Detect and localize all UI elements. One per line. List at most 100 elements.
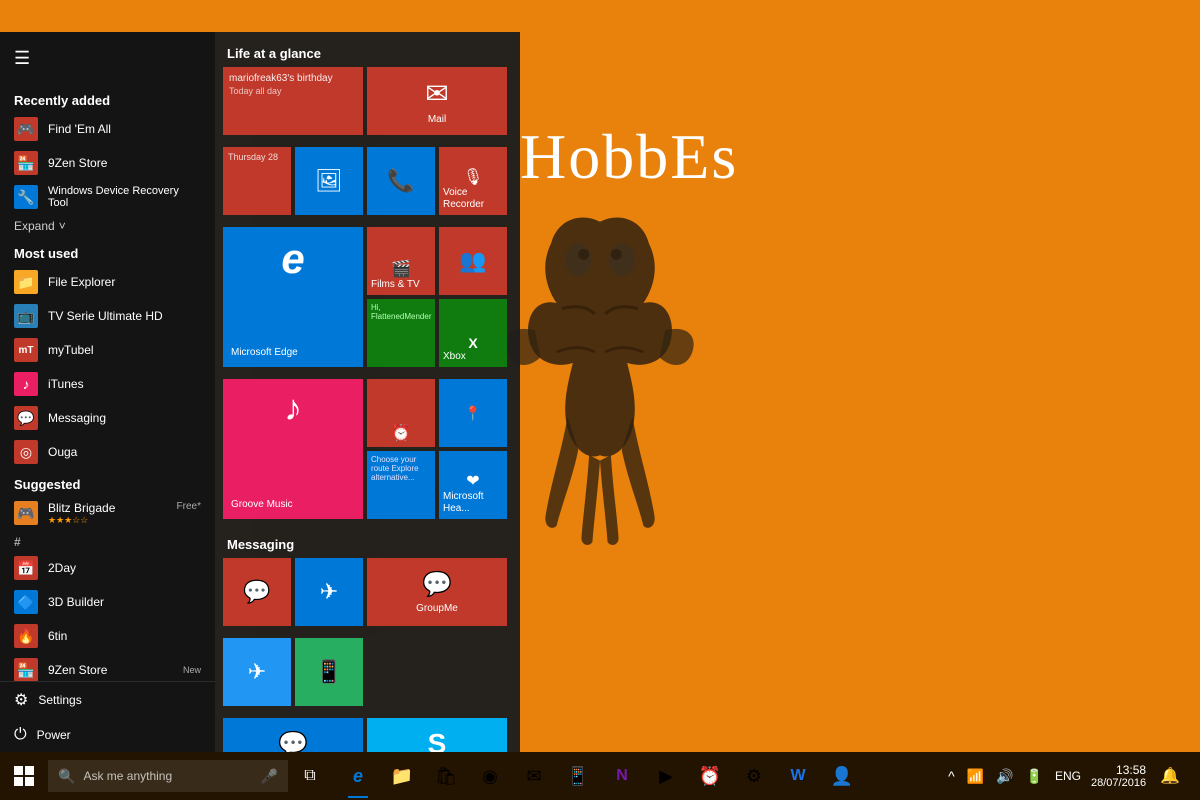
recently-added-label: Recently added — [0, 85, 215, 112]
tile-msg-green[interactable]: Hi, FlattenedMender — [367, 299, 435, 367]
hamburger-icon[interactable]: ☰ — [10, 44, 34, 73]
app-itunes[interactable]: ♪ iTunes — [0, 367, 215, 401]
tiles-row4: ♪ Groove Music ⏰ Choose your route Explo… — [223, 379, 512, 519]
power-item[interactable]: ⏻ Power — [0, 718, 215, 752]
tiles-col-right2: 👥 X Xbox — [439, 227, 507, 367]
app-mytubel[interactable]: mT myTubel — [0, 333, 215, 367]
taskbar-mail[interactable]: ✉ — [512, 752, 556, 800]
tile-groove[interactable]: ♪ Groove Music — [223, 379, 363, 519]
tile-films-tv[interactable]: 🎬 Films & TV — [367, 227, 435, 295]
app-list: Recently added 🎮 Find 'Em All 🏪 9Zen Sto… — [0, 85, 215, 681]
tile-mail[interactable]: ✉ Mail — [367, 67, 507, 135]
tile-xbox[interactable]: X Xbox — [439, 299, 507, 367]
tray-volume[interactable]: 🔊 — [992, 764, 1017, 789]
messaging-label: Messaging — [223, 531, 512, 558]
tile-maps[interactable]: Choose your route Explore alternative... — [367, 451, 435, 519]
taskbar-user[interactable]: 👤 — [820, 752, 864, 800]
app-icon-mytubel: mT — [14, 338, 38, 362]
tile-edge[interactable]: e Microsoft Edge — [223, 227, 363, 367]
app-label: Messaging — [48, 411, 106, 425]
taskbar-word[interactable]: W — [776, 752, 820, 800]
media-taskbar-icon: ▶ — [659, 766, 673, 787]
store-taskbar-icon: 🛍 — [435, 766, 458, 787]
taskbar-settings[interactable]: ⚙ — [732, 752, 776, 800]
search-icon: 🔍 — [58, 768, 75, 785]
tile-whatsapp[interactable]: 📱 — [295, 638, 363, 706]
expand-button[interactable]: Expand ˅ — [0, 214, 215, 238]
tile-groupme[interactable]: 💬 GroupMe — [367, 558, 507, 626]
taskbar-media[interactable]: ▶ — [644, 752, 688, 800]
cal-event-name: mariofreak63's birthday — [229, 73, 357, 84]
app-6tin[interactable]: 🔥 6tin — [0, 619, 215, 653]
search-bar[interactable]: 🔍 🎤 — [48, 760, 288, 792]
app-3d-builder[interactable]: 🔷 3D Builder — [0, 585, 215, 619]
app-9zen[interactable]: 🏪 9Zen Store — [0, 146, 215, 180]
expand-label: Expand — [14, 219, 55, 233]
suggested-blitz-brigade[interactable]: 🎮 Blitz Brigade ★★★☆☆ Free* — [0, 496, 215, 531]
settings-icon: ⚙ — [14, 690, 28, 710]
tray-date: 28/07/2016 — [1091, 777, 1146, 789]
tray-lang[interactable]: ENG — [1055, 769, 1081, 783]
search-input[interactable] — [83, 769, 252, 783]
tile-calendar-day[interactable]: Thursday 28 — [223, 147, 291, 215]
app-messaging[interactable]: 💬 Messaging — [0, 401, 215, 435]
app-file-explorer[interactable]: 📁 File Explorer — [0, 265, 215, 299]
tile-msg-red[interactable]: 💬 — [223, 558, 291, 626]
taskbar-chrome[interactable]: ◉ — [468, 752, 512, 800]
tile-messenger[interactable]: 💬 Messenger — [223, 718, 363, 752]
tile-photos[interactable]: 🖼 — [295, 147, 363, 215]
hamburger-area[interactable]: ☰ — [0, 32, 215, 85]
telegram2-icon: ✈ — [248, 659, 266, 685]
taskbar-edge[interactable]: e — [336, 752, 380, 800]
app-2day[interactable]: 📅 2Day — [0, 551, 215, 585]
app-icon-find-em-all: 🎮 — [14, 117, 38, 141]
suggested-stars: ★★★☆☆ — [48, 515, 115, 526]
suggested-name: Blitz Brigade — [48, 501, 115, 515]
tiles-col-alarms: ⏰ Choose your route Explore alternative.… — [367, 379, 435, 519]
tile-alarms[interactable]: ⏰ — [367, 379, 435, 447]
start-button[interactable] — [0, 752, 48, 800]
tray-chevron[interactable]: ^ — [944, 764, 959, 788]
app-label: Ouga — [48, 445, 77, 459]
tile-ms-health[interactable]: ❤ Microsoft Hea... — [439, 451, 507, 519]
whatsapp-taskbar-icon: 📱 — [567, 766, 589, 787]
notification-button[interactable]: 🔔 — [1152, 762, 1188, 790]
system-tray[interactable]: 13:58 28/07/2016 — [1091, 763, 1146, 789]
app-9zen2[interactable]: 🏪 9Zen Store New — [0, 653, 215, 681]
tile-label: Groove Music — [231, 499, 355, 511]
tile-voice-recorder[interactable]: 🎙 Voice Recorder — [439, 147, 507, 215]
taskbar-alarm[interactable]: ⏰ — [688, 752, 732, 800]
tile-maps-pin[interactable]: 📍 — [439, 379, 507, 447]
app-label: File Explorer — [48, 275, 115, 289]
app-icon-3d: 🔷 — [14, 590, 38, 614]
tiles-row2: Thursday 28 🖼 📞 🎙 Voice Recorder — [223, 147, 512, 215]
mic-icon[interactable]: 🎤 — [261, 768, 278, 785]
taskbar: 🔍 🎤 ⧉ e 📁 🛍 ◉ ✉ 📱 — [0, 752, 1200, 800]
tile-telegram2[interactable]: ✈ — [223, 638, 291, 706]
tray-battery[interactable]: 🔋 — [1022, 764, 1047, 789]
taskbar-apps: e 📁 🛍 ◉ ✉ 📱 N ▶ ⏰ — [332, 752, 932, 800]
tile-phone[interactable]: 📞 — [367, 147, 435, 215]
msg-red-icon: 💬 — [243, 579, 270, 605]
most-used-label: Most used — [0, 238, 215, 265]
app-tv-serie[interactable]: 📺 TV Serie Ultimate HD — [0, 299, 215, 333]
tile-people[interactable]: 👥 — [439, 227, 507, 295]
taskbar-store[interactable]: 🛍 — [424, 752, 468, 800]
tile-telegram[interactable]: ✈ — [295, 558, 363, 626]
app-wdrt[interactable]: 🔧 Windows Device Recovery Tool — [0, 180, 215, 214]
photos-icon: 🖼 — [315, 168, 343, 194]
tray-network[interactable]: 📶 — [963, 764, 988, 789]
app-find-em-all[interactable]: 🎮 Find 'Em All — [0, 112, 215, 146]
tile-label: Films & TV — [371, 279, 431, 291]
settings-item[interactable]: ⚙ Settings — [0, 682, 215, 718]
taskbar-explorer[interactable]: 📁 — [380, 752, 424, 800]
taskbar-whatsapp[interactable]: 📱 — [556, 752, 600, 800]
task-view-button[interactable]: ⧉ — [288, 752, 332, 800]
tile-calendar-birthday[interactable]: mariofreak63's birthday Today all day — [223, 67, 363, 135]
tile-skype[interactable]: S Skype Preview — [367, 718, 507, 752]
taskbar-onenote[interactable]: N — [600, 752, 644, 800]
app-label: 3D Builder — [48, 595, 104, 609]
app-ouga[interactable]: ◎ Ouga — [0, 435, 215, 469]
phone-icon: 📞 — [387, 168, 414, 194]
alarms-icon: ⏰ — [371, 423, 431, 443]
